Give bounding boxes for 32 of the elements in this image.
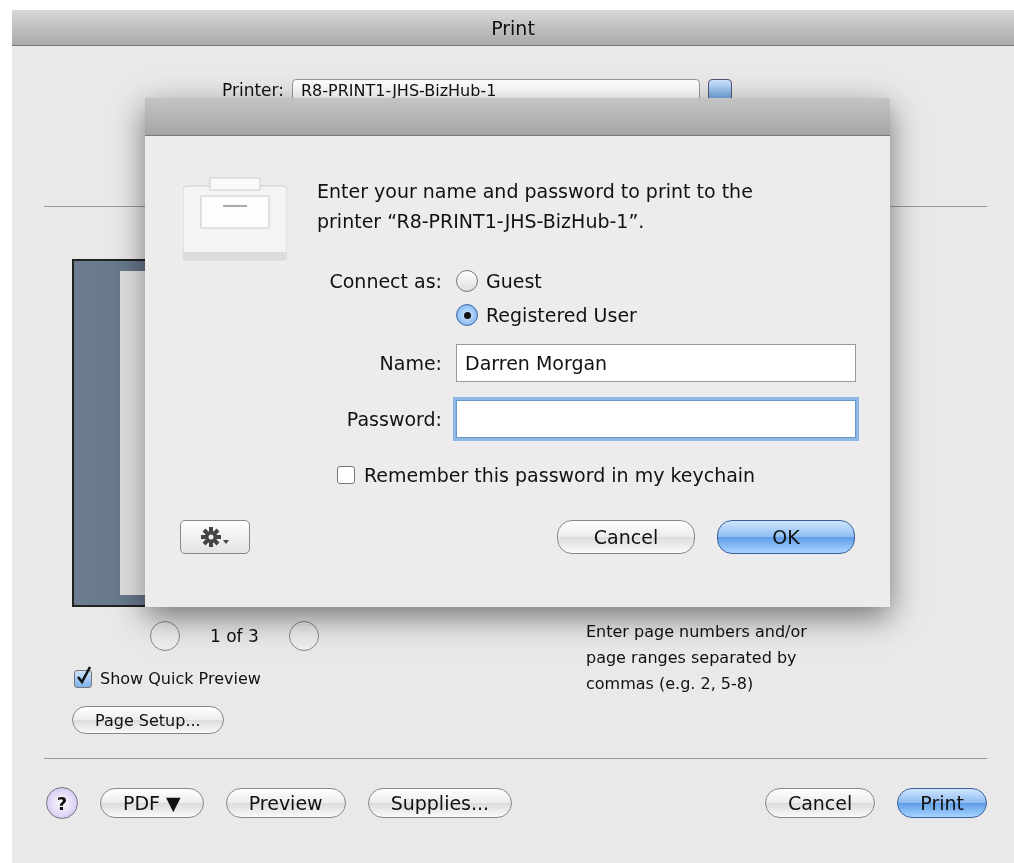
- next-page-button[interactable]: [288, 621, 319, 651]
- checkbox-label: Remember this password in my keychain: [364, 464, 756, 486]
- field-label: Password:: [346, 408, 442, 430]
- gear-icon: [198, 525, 232, 549]
- printer-icon: [183, 176, 287, 262]
- push-button[interactable]: Cancel: [764, 788, 876, 818]
- push-button[interactable]: Supplies...: [367, 788, 513, 818]
- action-menu-button[interactable]: [180, 520, 250, 554]
- default-button[interactable]: OK: [717, 520, 855, 554]
- push-button[interactable]: Cancel: [557, 520, 695, 554]
- page-setup-button[interactable]: Page Setup...: [72, 706, 224, 734]
- connect-as-label: Connect as:: [329, 270, 442, 292]
- prompt-message: Enter your name and password to print to the printer “R8-PRINT1-JHS-BizHub-1”.: [317, 179, 754, 234]
- page-range-hint: Enter page numbers and/or page ranges separated by commas (e.g. 2, 5-8): [586, 621, 808, 695]
- checkbox[interactable]: [74, 669, 92, 688]
- expand-button[interactable]: [708, 79, 732, 101]
- push-button[interactable]: Preview: [225, 788, 346, 818]
- printer-popup[interactable]: R8-PRINT1-JHS-BizHub-1: [292, 79, 700, 101]
- checkbox[interactable]: [337, 466, 355, 484]
- checkbox-label: Show Quick Preview: [100, 669, 261, 688]
- radio-option[interactable]: Registered User: [456, 304, 856, 326]
- radio-option[interactable]: Guest: [456, 270, 856, 292]
- page-indicator: 1 of 3: [210, 626, 259, 646]
- field-label: Name:: [379, 352, 442, 374]
- previous-page-button[interactable]: [150, 621, 180, 651]
- input-field[interactable]: [456, 400, 856, 438]
- input-field[interactable]: Darren Morgan: [456, 344, 856, 382]
- help-button[interactable]: ?: [46, 787, 78, 819]
- printer-label: Printer:: [222, 80, 284, 100]
- window-title: Print: [12, 10, 1014, 46]
- push-button[interactable]: PDF ▼: [100, 788, 204, 818]
- default-button[interactable]: Print: [897, 788, 987, 818]
